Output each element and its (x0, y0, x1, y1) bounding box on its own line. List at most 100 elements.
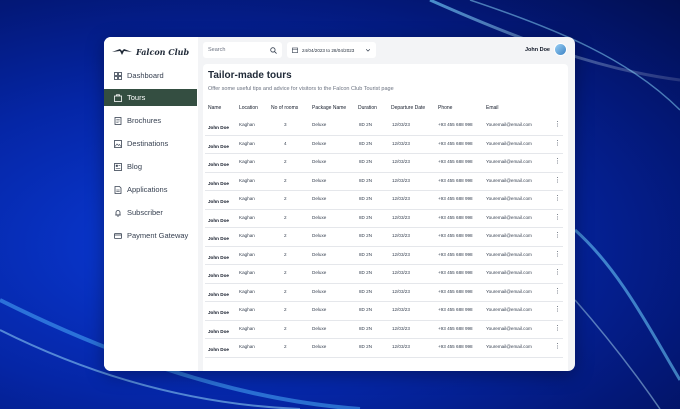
more-options-icon[interactable]: ⋮ (554, 121, 561, 128)
subscriber-icon (114, 209, 122, 217)
cell-package: Deluxe (312, 177, 327, 183)
column-header-rooms: No of rooms (271, 105, 299, 111)
search-input[interactable]: Search (203, 42, 282, 58)
table-row[interactable]: John Doe Kaghan 2 Deluxe 8D 2N 12/03/23 +93 45… (205, 265, 563, 284)
sidebar-item-label: Payment Gateway (127, 231, 189, 240)
avatar[interactable] (554, 43, 567, 56)
cell-name: John Doe (208, 199, 229, 204)
more-options-icon[interactable]: ⋮ (554, 177, 561, 184)
more-options-icon[interactable]: ⋮ (554, 232, 561, 239)
cell-departure-date: 12/03/23 (392, 159, 410, 164)
more-options-icon[interactable]: ⋮ (554, 195, 561, 202)
cell-phone: +93 455 688 998 (438, 177, 473, 183)
cell-duration: 8D 2N (359, 177, 373, 183)
sidebar-item-destinations[interactable]: Destinations (104, 135, 198, 152)
table-row[interactable]: John Doe Kaghan 2 Deluxe 8D 2N 12/03/23 +93 45… (205, 339, 563, 358)
cell-rooms: 2 (284, 344, 287, 349)
cell-location: Kaghan (239, 122, 255, 127)
blog-icon (114, 162, 122, 171)
more-options-icon[interactable]: ⋮ (554, 269, 561, 276)
cell-departure-date: 12/03/23 (392, 325, 410, 331)
cell-departure-date: 12/03/23 (392, 270, 410, 275)
table-row[interactable]: John Doe Kaghan 2 Deluxe 8D 2N 12/03/23 +93 45… (205, 210, 563, 228)
user-menu[interactable]: John Doe (525, 43, 567, 56)
cell-phone: +93 455 688 998 (438, 307, 473, 312)
search-placeholder: Search (208, 47, 226, 53)
cell-departure-date: 12/03/23 (392, 214, 410, 220)
cell-email: Youremail@email.com (486, 233, 532, 238)
cell-package: Deluxe (312, 307, 327, 312)
table-row[interactable]: John Doe Kaghan 2 Deluxe 8D 2N 12/03/23 +93 45… (205, 154, 563, 173)
more-options-icon[interactable]: ⋮ (554, 140, 561, 147)
cell-package: Deluxe (312, 288, 327, 294)
cell-location: Kaghan (239, 270, 255, 275)
cell-location: Kaghan (239, 140, 255, 146)
falcon-logo-icon (112, 49, 132, 55)
column-header-duration: Duration (358, 105, 377, 111)
sidebar-item-dashboard[interactable]: Dashboard (104, 67, 198, 84)
date-range-picker[interactable]: 24/04/2023 to 28/04/2023 (287, 42, 376, 58)
column-header-package: Package Name (312, 105, 347, 111)
sidebar-item-subscriber[interactable]: Subscriber (104, 204, 198, 221)
cell-phone: +93 455 688 998 (438, 214, 473, 220)
more-options-icon[interactable]: ⋮ (554, 158, 561, 165)
payment-icon (114, 232, 122, 240)
more-options-icon[interactable]: ⋮ (554, 343, 561, 350)
search-icon[interactable] (270, 46, 277, 54)
more-options-icon[interactable]: ⋮ (554, 325, 561, 332)
cell-phone: +93 455 688 998 (438, 270, 473, 275)
cell-package: Deluxe (312, 344, 327, 349)
table-row[interactable]: John Doe Kaghan 2 Deluxe 8D 2N 12/03/23 +93 45… (205, 321, 563, 339)
table-row[interactable]: John Doe Kaghan 3 Deluxe 8D 2N 12/03/23 +93 45… (205, 117, 563, 136)
sidebar-item-applications[interactable]: Applications (104, 181, 198, 198)
sidebar-item-payment-gateway[interactable]: Payment Gateway (104, 227, 198, 244)
cell-package: Deluxe (312, 251, 327, 257)
cell-name: John Doe (208, 254, 229, 260)
sidebar-item-blog[interactable]: Blog (104, 158, 198, 175)
cell-departure-date: 12/03/23 (392, 288, 410, 294)
table-row[interactable]: John Doe Kaghan 2 Deluxe 8D 2N 12/03/23 +93 45… (205, 302, 563, 321)
tours-icon (114, 93, 122, 102)
table-row[interactable]: John Doe Kaghan 4 Deluxe 8D 2N 12/03/23 +93 45… (205, 136, 563, 154)
cell-package: Deluxe (312, 159, 327, 164)
sidebar-item-label: Subscriber (127, 208, 163, 217)
cell-name: John Doe (208, 273, 229, 278)
more-options-icon[interactable]: ⋮ (554, 306, 561, 313)
table-row[interactable]: John Doe Kaghan 2 Deluxe 8D 2N 12/03/23 +93 45… (205, 284, 563, 302)
cell-email: Youremail@email.com (486, 307, 532, 312)
cell-duration: 8D 2N (359, 214, 373, 220)
user-name: John Doe (524, 46, 550, 53)
cell-phone: +93 455 688 998 (438, 140, 473, 146)
cell-name: John Doe (208, 236, 229, 241)
chevron-down-icon[interactable] (365, 47, 371, 53)
table-row[interactable]: John Doe Kaghan 2 Deluxe 8D 2N 12/03/23 +93 45… (205, 173, 563, 191)
more-options-icon[interactable]: ⋮ (554, 214, 561, 221)
sidebar: Falcon Club Dashboard Tours Brochures De (104, 37, 198, 371)
sidebar-item-label: Destinations (127, 139, 169, 148)
main-panel: Tailor-made tours Offer some useful tips… (203, 64, 568, 371)
sidebar-item-tours[interactable]: Tours (104, 89, 197, 106)
more-options-icon[interactable]: ⋮ (554, 251, 561, 258)
cell-package: Deluxe (312, 140, 327, 146)
table-row[interactable]: John Doe Kaghan 2 Deluxe 8D 2N 12/03/23 +93 45… (205, 228, 563, 247)
cell-rooms: 3 (284, 122, 287, 127)
cell-email: Youremail@email.com (486, 196, 532, 201)
table-row[interactable]: John Doe Kaghan 2 Deluxe 8D 2N 12/03/23 +93 45… (205, 247, 563, 265)
applications-icon (114, 185, 122, 194)
cell-email: Youremail@email.com (486, 288, 532, 294)
cell-package: Deluxe (312, 325, 327, 331)
cell-rooms: 2 (284, 325, 287, 331)
more-options-icon[interactable]: ⋮ (554, 288, 561, 295)
table-row[interactable]: John Doe Kaghan 2 Deluxe 8D 2N 12/03/23 +93 45… (205, 191, 563, 210)
cell-departure-date: 12/03/23 (392, 233, 410, 238)
cell-name: John Doe (208, 217, 229, 223)
sidebar-item-brochures[interactable]: Brochures (104, 112, 198, 129)
cell-phone: +93 455 688 998 (438, 344, 473, 349)
column-header-departure: Departure Date (391, 105, 426, 111)
cell-phone: +93 455 688 998 (438, 325, 473, 331)
cell-name: John Doe (208, 328, 229, 334)
cell-name: John Doe (208, 347, 229, 352)
cell-duration: 8D 2N (359, 307, 373, 312)
column-header-phone: Phone (438, 105, 453, 111)
cell-phone: +93 455 688 998 (438, 288, 473, 294)
